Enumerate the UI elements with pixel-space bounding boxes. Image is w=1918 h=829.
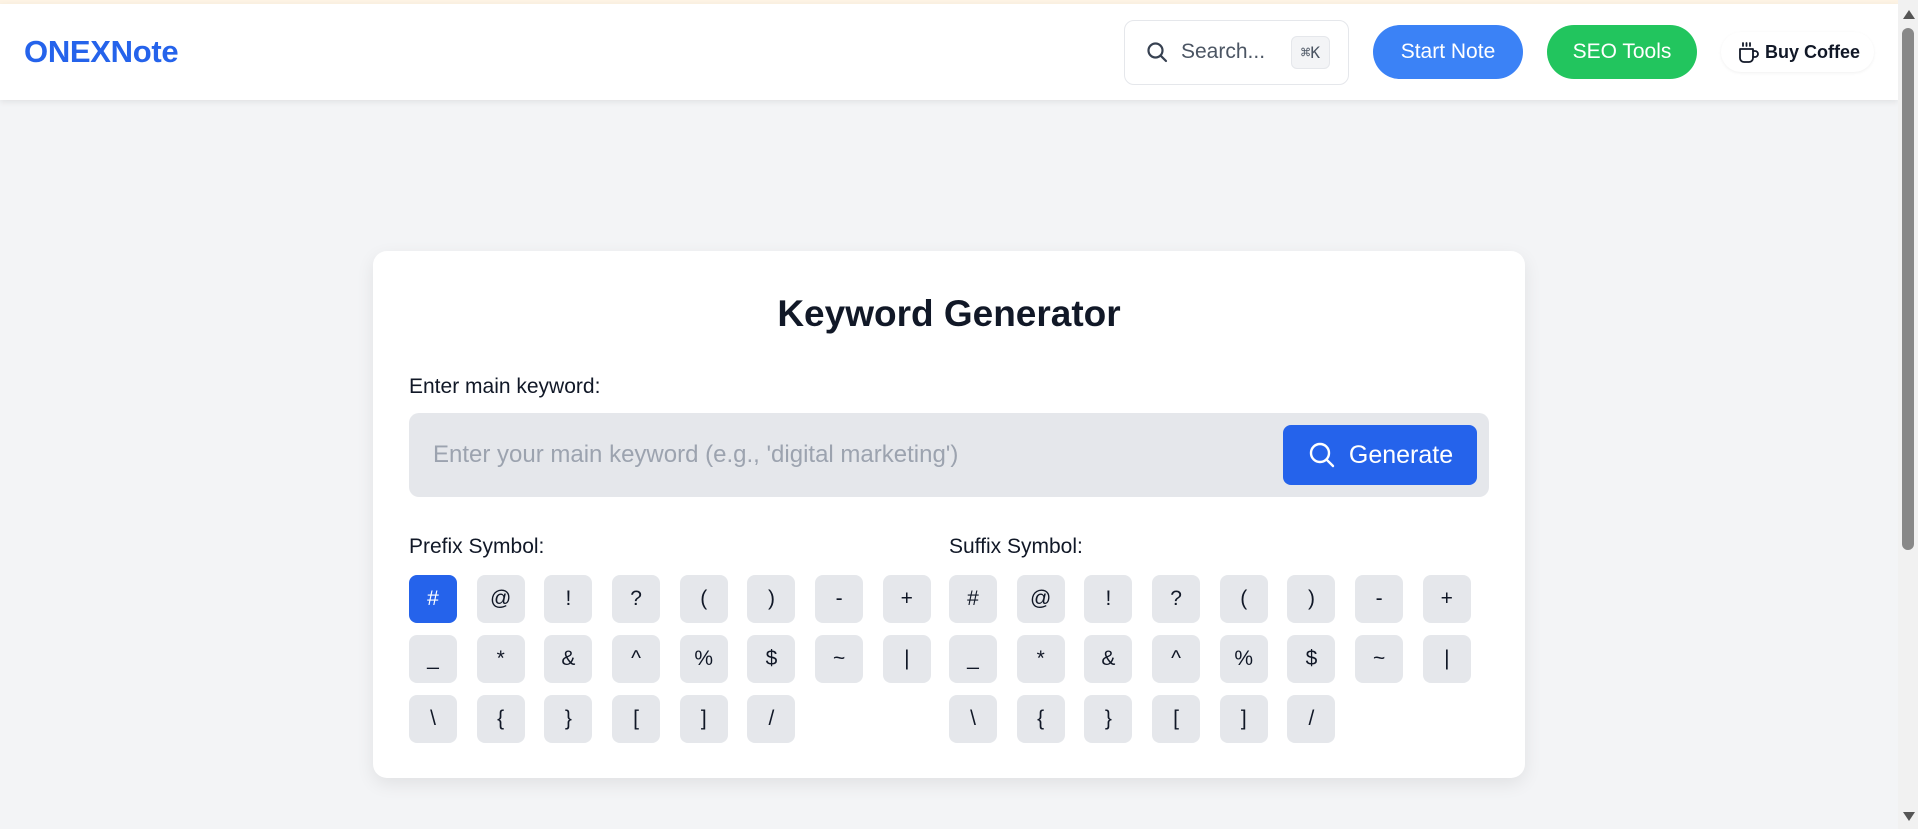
suffix-symbol-button[interactable]: } bbox=[1084, 695, 1133, 743]
prefix-symbol-button[interactable]: ^ bbox=[612, 635, 661, 683]
suffix-symbol-button[interactable]: @ bbox=[1016, 575, 1065, 623]
prefix-symbol-button[interactable]: ) bbox=[747, 575, 796, 623]
prefix-symbol-button[interactable]: _ bbox=[409, 635, 457, 683]
brand-logo[interactable]: ONEXNote bbox=[24, 34, 179, 70]
generate-button[interactable]: Generate bbox=[1283, 425, 1477, 485]
search-label: Search... bbox=[1180, 40, 1266, 63]
prefix-symbol-button[interactable]: | bbox=[882, 635, 931, 683]
keyword-input-label: Enter main keyword: bbox=[409, 375, 601, 398]
suffix-symbol-button[interactable]: % bbox=[1219, 635, 1268, 683]
suffix-symbol-button[interactable]: [ bbox=[1152, 695, 1201, 743]
buy-coffee-label: Buy Coffee bbox=[1764, 41, 1860, 62]
symbol-pickers: Prefix Symbol: # @!?() - + _ * & ^% $ ~ | \{}[] / Su… bbox=[409, 535, 1489, 743]
header-actions: Search... ⌘K Start Note SEO Tools Buy Co… bbox=[1123, 19, 1874, 85]
scrollbar-thumb[interactable] bbox=[1902, 28, 1914, 550]
prefix-symbol-button[interactable]: / bbox=[747, 695, 796, 743]
prefix-symbol-button[interactable]: - bbox=[815, 575, 864, 623]
prefix-symbol-button[interactable]: [ bbox=[612, 695, 661, 743]
scroll-down-arrow[interactable] bbox=[1903, 812, 1915, 821]
prefix-symbol-grid: # @!? () - + _ * & ^% $ ~ | \ {} [] / bbox=[409, 575, 949, 743]
generate-label: Generate bbox=[1348, 440, 1454, 469]
suffix-symbol-button[interactable]: + bbox=[1422, 575, 1471, 623]
suffix-symbol-button[interactable]: $ bbox=[1287, 635, 1336, 683]
search-shortcut-badge: ⌘K bbox=[1290, 35, 1330, 69]
suffix-symbol-button[interactable]: ] bbox=[1219, 695, 1268, 743]
suffix-symbol-button[interactable]: ! bbox=[1084, 575, 1133, 623]
prefix-symbol-button[interactable]: ! bbox=[544, 575, 593, 623]
suffix-symbol-button[interactable]: ^ bbox=[1152, 635, 1201, 683]
start-note-button[interactable]: Start Note bbox=[1372, 25, 1523, 79]
prefix-symbol-button[interactable]: @ bbox=[476, 575, 525, 623]
page-scrollbar[interactable] bbox=[1898, 0, 1918, 829]
suffix-symbol-button[interactable]: ) bbox=[1287, 575, 1336, 623]
prefix-symbol-button[interactable]: ? bbox=[612, 575, 661, 623]
suffix-symbol-button[interactable]: | bbox=[1422, 635, 1471, 683]
suffix-symbol-button[interactable]: ~ bbox=[1355, 635, 1404, 683]
prefix-symbol-button[interactable]: * bbox=[476, 635, 525, 683]
prefix-symbol-button[interactable]: + bbox=[882, 575, 931, 623]
seo-tools-button[interactable]: SEO Tools bbox=[1546, 25, 1697, 79]
suffix-symbol-button[interactable]: - bbox=[1355, 575, 1404, 623]
prefix-symbol-button[interactable]: { bbox=[476, 695, 525, 743]
search-icon bbox=[1147, 42, 1168, 63]
suffix-symbol-label: Suffix Symbol: bbox=[949, 535, 1083, 558]
prefix-symbol-button[interactable]: ~ bbox=[815, 635, 864, 683]
suffix-symbol-button[interactable]: ? bbox=[1152, 575, 1201, 623]
suffix-symbol-button[interactable]: { bbox=[1016, 695, 1065, 743]
suffix-symbol-button[interactable]: * bbox=[1016, 635, 1065, 683]
suffix-symbol-button[interactable]: \ bbox=[949, 695, 997, 743]
keyword-generator-card: Keyword Generator Enter main keyword: Ge… bbox=[373, 251, 1525, 778]
keyword-input-group: Generate bbox=[409, 413, 1489, 497]
page-title: Keyword Generator bbox=[777, 293, 1121, 334]
prefix-symbol-group: Prefix Symbol: # @!? () - + _ * & ^% $ ~ | \ {} [] / bbox=[409, 535, 949, 743]
prefix-symbol-button[interactable]: \ bbox=[409, 695, 457, 743]
scroll-up-arrow[interactable] bbox=[1903, 10, 1915, 19]
prefix-symbol-button[interactable]: ] bbox=[679, 695, 728, 743]
prefix-symbol-button[interactable]: } bbox=[544, 695, 593, 743]
prefix-symbol-button[interactable]: $ bbox=[747, 635, 796, 683]
prefix-symbol-button[interactable]: # bbox=[409, 575, 457, 623]
buy-coffee-button[interactable]: Buy Coffee bbox=[1720, 32, 1874, 72]
suffix-symbol-grid: # @!? () - + _ * & ^% $ ~ | \ {} [] / bbox=[949, 575, 1489, 743]
prefix-symbol-label: Prefix Symbol: bbox=[409, 535, 545, 558]
prefix-symbol-button[interactable]: % bbox=[679, 635, 728, 683]
suffix-symbol-button[interactable]: & bbox=[1084, 635, 1133, 683]
prefix-symbol-button[interactable]: ( bbox=[679, 575, 728, 623]
top-nav: ONEXNote Search... ⌘K Start Note SEO Too… bbox=[0, 4, 1898, 100]
suffix-symbol-group: Suffix Symbol: # @!? () - + _ * & ^% $ ~ | \ {} [] / bbox=[949, 535, 1489, 743]
search-icon bbox=[1309, 442, 1335, 468]
search-button[interactable]: Search... ⌘K bbox=[1123, 19, 1349, 85]
suffix-symbol-button[interactable]: ( bbox=[1219, 575, 1268, 623]
prefix-symbol-button[interactable]: & bbox=[544, 635, 593, 683]
suffix-symbol-button[interactable]: / bbox=[1287, 695, 1336, 743]
suffix-symbol-button[interactable]: # bbox=[949, 575, 997, 623]
coffee-cup-icon bbox=[1739, 42, 1759, 63]
suffix-symbol-button[interactable]: _ bbox=[949, 635, 997, 683]
keyword-input[interactable] bbox=[433, 441, 1283, 469]
